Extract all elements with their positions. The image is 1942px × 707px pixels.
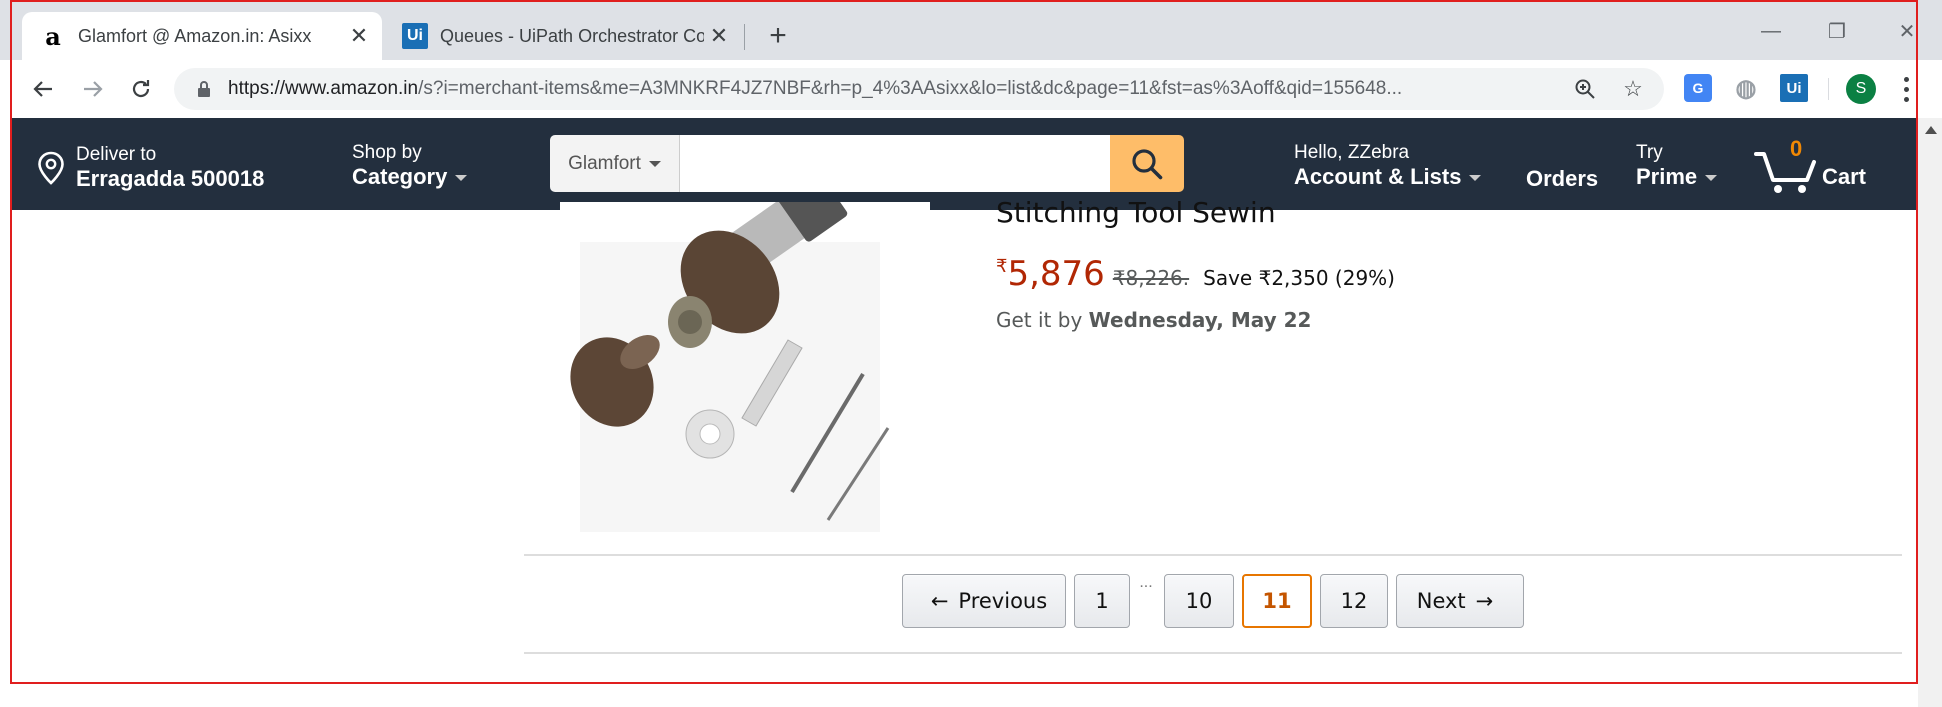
close-window-icon[interactable]: ✕ xyxy=(1894,18,1920,44)
reload-button[interactable] xyxy=(124,72,158,106)
product-title[interactable]: Stitching Tool Sewin xyxy=(996,196,1276,229)
cart-count: 0 xyxy=(1790,136,1803,161)
category-label: Category xyxy=(352,164,448,189)
url-path: /s?i=merchant-items&me=A3MNKRF4JZ7NBF&rh… xyxy=(418,78,1403,99)
tab-title: Glamfort @ Amazon.in: Asixx xyxy=(78,25,312,46)
shop-by-label: Shop by xyxy=(352,142,422,163)
pagination-ellipsis: ... xyxy=(1139,574,1153,591)
restore-icon[interactable]: ❐ xyxy=(1824,18,1850,44)
next-label: Next xyxy=(1416,589,1466,613)
previous-page-button[interactable]: ← Previous xyxy=(902,574,1066,628)
tab-amazon[interactable]: a Glamfort @ Amazon.in: Asixx ✕ xyxy=(22,12,382,60)
delivery-prefix: Get it by xyxy=(996,308,1089,332)
close-tab-icon[interactable]: ✕ xyxy=(704,21,734,51)
page-1-button[interactable]: 1 xyxy=(1074,574,1130,628)
google-translate-icon[interactable]: G xyxy=(1684,74,1712,102)
globe-icon[interactable]: ◍ xyxy=(1732,74,1760,102)
account-label: Account & Lists xyxy=(1294,164,1462,189)
deliver-address: Erragadda 500018 xyxy=(76,166,265,191)
prime-label: Prime xyxy=(1636,164,1698,189)
previous-label: Previous xyxy=(958,589,1048,613)
zoom-icon[interactable] xyxy=(1572,76,1598,102)
orders-link[interactable]: Orders xyxy=(1526,166,1598,192)
browser-toolbar: https://www.amazon.in/s?i=merchant-items… xyxy=(0,60,1942,118)
back-arrow-icon xyxy=(33,81,52,97)
lock-icon xyxy=(198,81,210,97)
url-host: https://www.amazon.in xyxy=(228,78,419,99)
caret-down-icon xyxy=(455,175,468,182)
tab-title: Queues - UiPath Orchestrator Co xyxy=(440,25,704,46)
account-and-lists[interactable]: Hello, ZZebra Account & Lists xyxy=(1294,142,1482,190)
location-pin-icon xyxy=(38,151,64,185)
tab-uipath-orchestrator[interactable]: Ui Queues - UiPath Orchestrator Co ✕ xyxy=(392,12,742,60)
list-price: ₹8,226. xyxy=(1112,266,1190,290)
url-text[interactable]: https://www.amazon.in/s?i=merchant-items… xyxy=(228,78,1568,100)
minimize-icon[interactable]: — xyxy=(1758,18,1784,44)
amazon-header: Deliver to Erragadda 500018 Shop by Cate… xyxy=(12,118,1916,210)
price-row: ₹ 5,876 ₹8,226. Save ₹2,350 (29%) xyxy=(996,254,1395,294)
forward-arrow-icon xyxy=(84,81,103,97)
search-icon xyxy=(1132,148,1163,179)
caret-down-icon xyxy=(648,160,661,167)
bookmark-star-icon[interactable]: ☆ xyxy=(1620,76,1646,102)
current-page-button[interactable]: 11 xyxy=(1242,574,1312,628)
page-scrollbar[interactable] xyxy=(1918,118,1942,707)
currency-symbol: ₹ xyxy=(996,256,1008,277)
amazon-favicon-icon: a xyxy=(45,21,61,51)
address-bar[interactable]: https://www.amazon.in/s?i=merchant-items… xyxy=(174,68,1664,110)
tab-strip: a Glamfort @ Amazon.in: Asixx ✕ Ui Queue… xyxy=(0,0,1942,60)
try-label: Try xyxy=(1636,142,1663,163)
back-button[interactable] xyxy=(26,72,60,106)
product-image[interactable] xyxy=(560,202,930,532)
profile-avatar[interactable]: S xyxy=(1846,74,1876,104)
search-bar: Glamfort xyxy=(550,135,1184,192)
divider xyxy=(524,554,1902,556)
deliver-to-location[interactable]: Deliver to Erragadda 500018 xyxy=(36,144,264,192)
caret-down-icon xyxy=(1469,175,1482,182)
scroll-up-icon[interactable] xyxy=(1925,126,1937,134)
left-arrow-icon: ← xyxy=(930,589,949,613)
reload-icon xyxy=(132,80,150,98)
tab-divider xyxy=(744,24,745,50)
next-page-button[interactable]: Next → xyxy=(1396,574,1524,628)
cart-icon xyxy=(1754,152,1816,193)
browser-menu-icon[interactable] xyxy=(1896,74,1916,104)
page-10-button[interactable]: 10 xyxy=(1164,574,1234,628)
uipath-extension-icon[interactable]: Ui xyxy=(1780,74,1808,102)
try-prime[interactable]: Try Prime xyxy=(1636,142,1718,190)
search-department-select[interactable]: Glamfort xyxy=(550,135,680,192)
delivery-date: Wednesday, May 22 xyxy=(1088,308,1312,332)
close-tab-icon[interactable]: ✕ xyxy=(344,21,374,51)
deliver-label: Deliver to xyxy=(76,144,157,165)
caret-down-icon xyxy=(1705,175,1718,182)
toolbar-separator xyxy=(1828,78,1829,100)
cart-label: Cart xyxy=(1822,164,1867,189)
shop-by-category[interactable]: Shop by Category xyxy=(352,142,468,190)
delivery-info: Get it by Wednesday, May 22 xyxy=(996,308,1311,332)
search-results: Stitching Tool Sewin ₹ 5,876 ₹8,226. Sav… xyxy=(12,196,1916,682)
greeting: Hello, ZZebra xyxy=(1294,142,1410,163)
search-button[interactable] xyxy=(1110,135,1184,192)
uipath-favicon-icon: Ui xyxy=(402,23,428,49)
savings: Save ₹2,350 (29%) xyxy=(1203,266,1395,290)
page-12-button[interactable]: 12 xyxy=(1320,574,1388,628)
search-input[interactable] xyxy=(680,135,1110,192)
cart-button[interactable]: 0 Cart xyxy=(1754,136,1894,193)
right-arrow-icon: → xyxy=(1475,589,1494,613)
department-label: Glamfort xyxy=(568,152,641,174)
price: 5,876 xyxy=(1007,254,1105,294)
new-tab-button[interactable]: + xyxy=(762,19,794,52)
browser-window: a Glamfort @ Amazon.in: Asixx ✕ Ui Queue… xyxy=(0,0,1942,707)
forward-button[interactable] xyxy=(76,72,110,106)
pagination: ← Previous 1 ... 10 11 12 Next → xyxy=(902,574,1532,630)
divider xyxy=(524,652,1902,654)
